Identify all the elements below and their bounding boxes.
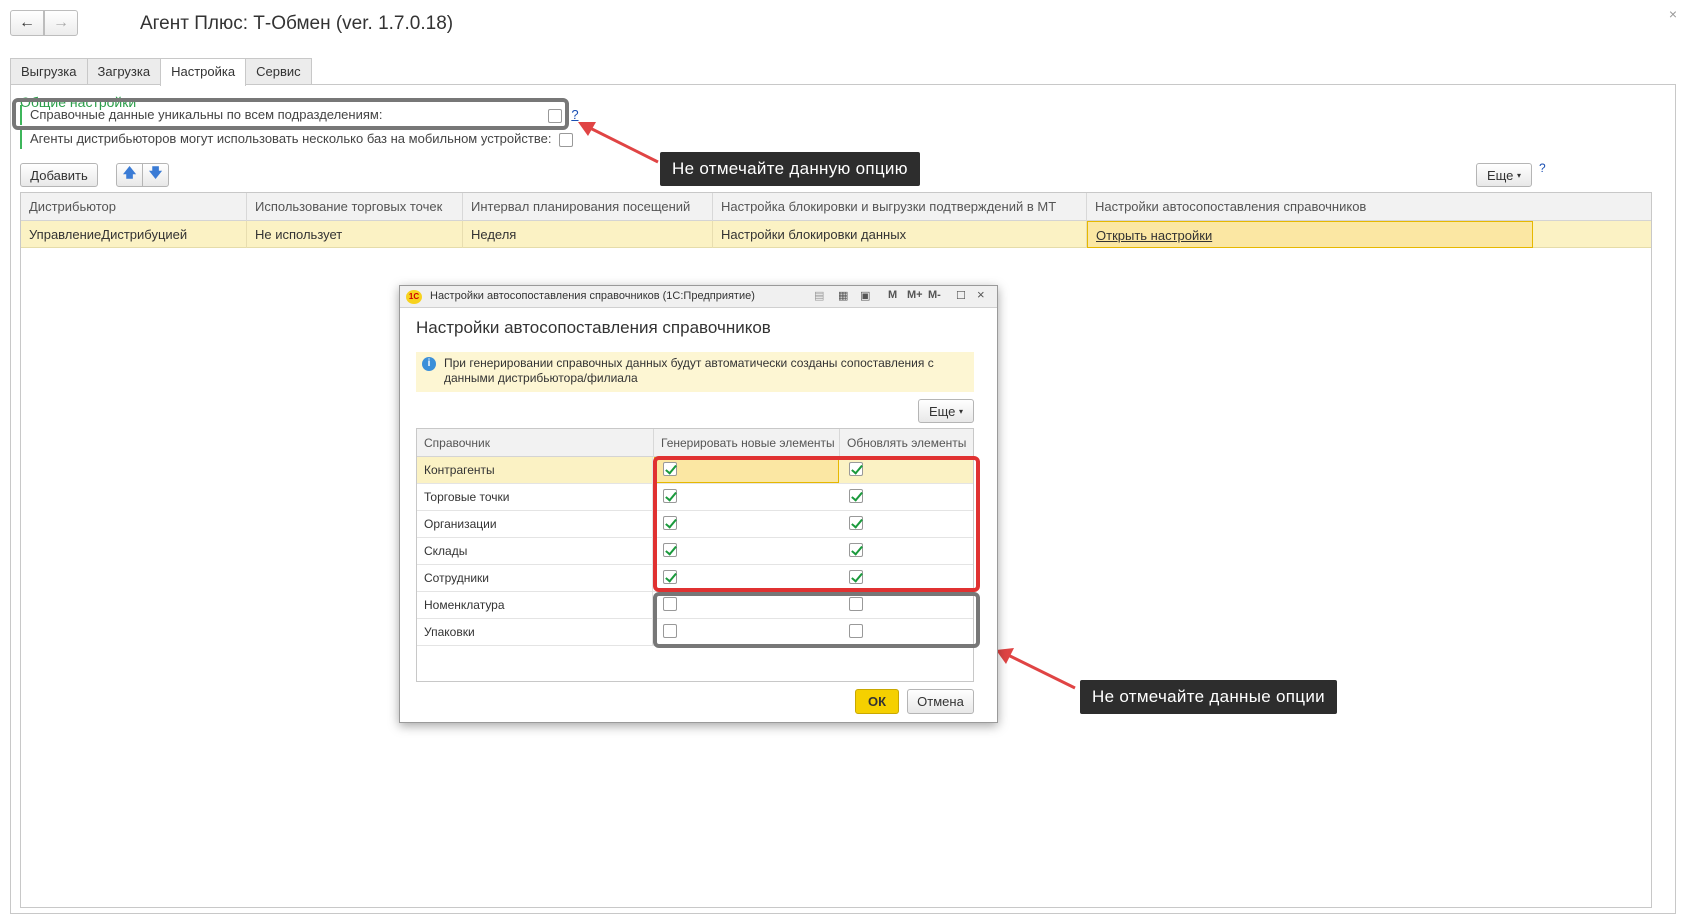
tab-bar: Выгрузка Загрузка Настройка Сервис <box>10 58 312 86</box>
open-settings-link[interactable]: Открыть настройки <box>1096 228 1212 243</box>
dialog-titlebar: 1С Настройки автосопоставления справочни… <box>400 286 997 308</box>
catalog-name: Упаковки <box>417 619 653 646</box>
memory-minus-icon[interactable]: M- <box>928 289 941 301</box>
tab-import[interactable]: Загрузка <box>86 58 162 85</box>
cell-outlets: Не использует <box>247 221 463 248</box>
cell-mapping[interactable]: Открыть настройки <box>1087 221 1533 248</box>
move-up-button[interactable]: 🡅 <box>116 163 143 187</box>
forward-button[interactable]: → <box>44 10 78 36</box>
add-button[interactable]: Добавить <box>20 163 98 187</box>
catalog-name: Номенклатура <box>417 592 653 619</box>
chevron-down-icon: ▾ <box>1517 170 1522 180</box>
catalog-name: Сотрудники <box>417 565 653 592</box>
arrow-up-icon: 🡅 <box>122 165 137 180</box>
catalog-name: Торговые точки <box>417 484 653 511</box>
arrow-down-icon: 🡇 <box>148 165 163 180</box>
table-row[interactable]: УправлениеДистрибуцией Не использует Нед… <box>21 221 1651 248</box>
dialog-close-icon[interactable]: × <box>977 287 985 302</box>
col-generate[interactable]: Генерировать новые элементы <box>654 429 840 457</box>
spreadsheet-icon[interactable]: ▦ <box>838 289 848 302</box>
highlight-checked-outline <box>653 456 980 592</box>
catalog-table-header: Справочник Генерировать новые элементы О… <box>417 429 973 457</box>
forward-arrow-icon: → <box>53 14 69 31</box>
dialog-more-button[interactable]: Еще ▾ <box>918 399 974 423</box>
back-arrow-icon: ← <box>19 14 35 31</box>
arrow-annotation-bottom <box>996 648 1076 690</box>
col-mapping[interactable]: Настройки автосопоставления справочников <box>1087 193 1653 221</box>
calendar-icon[interactable]: ▣ <box>860 289 870 302</box>
arrow-annotation-top <box>578 122 659 164</box>
app-title: Агент Плюс: Т-Обмен (ver. 1.7.0.18) <box>140 13 454 34</box>
cell-distributor: УправлениеДистрибуцией <box>21 221 247 248</box>
cancel-button[interactable]: Отмена <box>907 689 974 714</box>
dialog-more-label: Еще <box>928 403 956 419</box>
app-logo-icon: 1С <box>406 290 422 304</box>
callout-dont-check-option: Не отмечайте данную опцию <box>660 152 920 186</box>
cell-lock: Настройки блокировки данных <box>713 221 1087 248</box>
automapping-dialog: 1С Настройки автосопоставления справочни… <box>399 285 998 723</box>
dialog-window-title: Настройки автосопоставления справочников… <box>430 290 755 302</box>
chevron-down-icon: ▾ <box>959 406 964 416</box>
maximize-icon[interactable]: ☐ <box>956 289 966 302</box>
col-interval[interactable]: Интервал планирования посещений <box>463 193 713 221</box>
info-text: При генерировании справочных данных буду… <box>444 356 934 385</box>
col-outlets[interactable]: Использование торговых точек <box>247 193 463 221</box>
ok-button[interactable]: ОК <box>855 689 899 714</box>
more-button[interactable]: Еще ▾ <box>1476 163 1532 187</box>
close-icon[interactable]: × <box>1669 6 1677 22</box>
memory-plus-icon[interactable]: M+ <box>907 289 923 301</box>
highlight-unchecked-outline <box>653 592 980 648</box>
highlight-option-outline <box>12 98 569 130</box>
col-catalog[interactable]: Справочник <box>417 429 654 457</box>
more-label: Еще <box>1486 167 1514 183</box>
back-button[interactable]: ← <box>10 10 44 36</box>
info-box: i При генерировании справочных данных бу… <box>416 352 974 392</box>
col-update[interactable]: Обновлять элементы <box>840 429 975 457</box>
setting-multiple-bases: Агенты дистрибьюторов могут использовать… <box>20 129 574 149</box>
table-header: Дистрибьютор Использование торговых точе… <box>21 193 1651 221</box>
move-down-button[interactable]: 🡇 <box>142 163 169 187</box>
tab-service[interactable]: Сервис <box>245 58 312 85</box>
cell-interval: Неделя <box>463 221 713 248</box>
tab-export[interactable]: Выгрузка <box>10 58 88 85</box>
callout-dont-check-options: Не отмечайте данные опции <box>1080 680 1337 714</box>
setting-multiple-bases-label: Агенты дистрибьюторов могут использовать… <box>30 131 552 146</box>
print-icon[interactable]: ▤ <box>814 289 824 302</box>
info-icon: i <box>422 357 436 371</box>
tab-settings[interactable]: Настройка <box>160 58 247 86</box>
catalog-name: Контрагенты <box>417 457 653 484</box>
col-lock[interactable]: Настройка блокировки и выгрузки подтверж… <box>713 193 1087 221</box>
catalog-name: Склады <box>417 538 653 565</box>
dialog-heading: Настройки автосопоставления справочников <box>416 318 771 337</box>
help-icon[interactable]: ? <box>1539 161 1546 175</box>
catalog-name: Организации <box>417 511 653 538</box>
memory-icon[interactable]: M <box>888 289 897 301</box>
col-distributor[interactable]: Дистрибьютор <box>21 193 247 221</box>
